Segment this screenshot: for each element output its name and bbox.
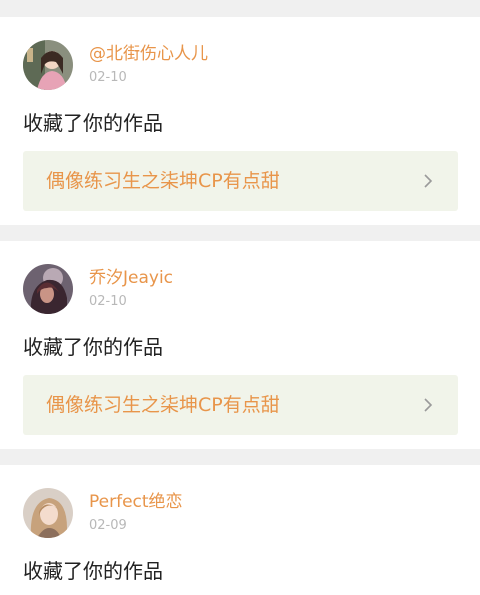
action-text: 收藏了你的作品 xyxy=(23,559,163,583)
username[interactable]: Perfect绝恋 xyxy=(89,491,183,513)
avatar[interactable] xyxy=(23,264,73,314)
work-title: 偶像练习生之柒坤CP有点甜 xyxy=(46,170,280,192)
avatar-image xyxy=(23,488,73,538)
work-link-card[interactable]: 偶像练习生之柒坤CP有点甜 xyxy=(23,375,458,435)
timestamp: 02-10 xyxy=(89,70,127,85)
avatar-image xyxy=(23,40,73,90)
work-link-card[interactable]: 偶像练习生之柒坤CP有点甜 xyxy=(23,151,458,211)
avatar[interactable] xyxy=(23,488,73,538)
timestamp: 02-10 xyxy=(89,294,127,309)
avatar[interactable] xyxy=(23,40,73,90)
chevron-right-icon xyxy=(420,397,436,413)
avatar-image xyxy=(23,264,73,314)
username[interactable]: 乔汐Jeayic xyxy=(89,267,173,289)
notification-card: 乔汐Jeayic 02-10 收藏了你的作品 偶像练习生之柒坤CP有点甜 xyxy=(0,241,480,449)
work-title: 偶像练习生之柒坤CP有点甜 xyxy=(46,394,280,416)
action-text: 收藏了你的作品 xyxy=(23,335,163,359)
notification-card: @北街伤心人儿 02-10 收藏了你的作品 偶像练习生之柒坤CP有点甜 xyxy=(0,17,480,225)
timestamp: 02-09 xyxy=(89,518,127,533)
action-text: 收藏了你的作品 xyxy=(23,111,163,135)
notification-card: Perfect绝恋 02-09 收藏了你的作品 xyxy=(0,465,480,595)
username[interactable]: @北街伤心人儿 xyxy=(89,43,208,65)
chevron-right-icon xyxy=(420,173,436,189)
notification-feed: @北街伤心人儿 02-10 收藏了你的作品 偶像练习生之柒坤CP有点甜 乔汐Je… xyxy=(0,0,480,595)
